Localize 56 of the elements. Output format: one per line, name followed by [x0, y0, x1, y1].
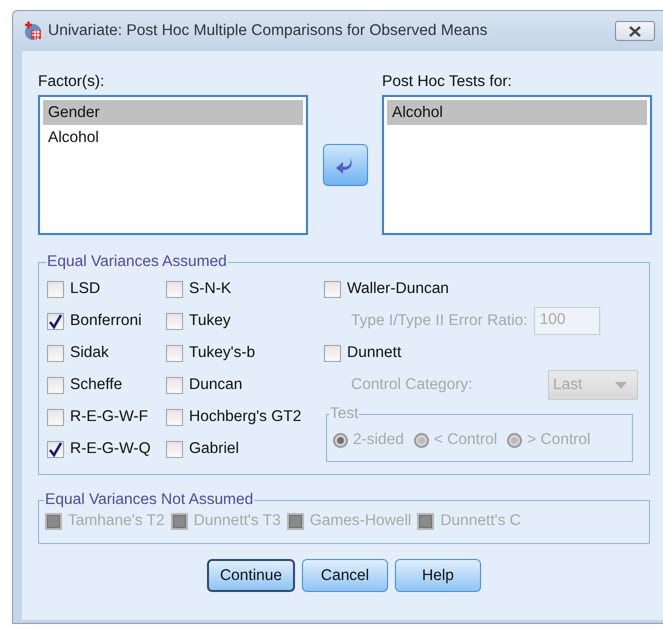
- checkbox[interactable]: [324, 280, 341, 298]
- dialog-button[interactable]: Help: [395, 559, 481, 592]
- checkbox-label: LSD: [70, 280, 100, 298]
- checkbox-label: Waller-Duncan: [347, 280, 449, 298]
- group-title: Equal Variances Assumed: [46, 253, 228, 271]
- checkbox[interactable]: [47, 408, 64, 426]
- checkbox-label: Tukey: [189, 312, 231, 330]
- checkbox-label: Duncan: [189, 376, 242, 394]
- checkbox-label: Hochberg's GT2: [189, 408, 302, 426]
- window-title: Univariate: Post Hoc Multiple Comparisons for Observed Means: [48, 22, 488, 40]
- app-icon: [23, 21, 43, 41]
- checkbox-label: Bonferroni: [70, 312, 142, 330]
- checkbox[interactable]: [166, 344, 183, 362]
- radio-label: 2-sided: [353, 431, 404, 449]
- dialog-button[interactable]: Cancel: [302, 559, 388, 592]
- checkbox[interactable]: [166, 376, 183, 394]
- checkbox[interactable]: [324, 344, 341, 362]
- checkbox[interactable]: [47, 376, 64, 394]
- checkbox-label: Sidak: [70, 344, 109, 362]
- group-title: Test: [329, 405, 360, 423]
- checkbox[interactable]: [166, 440, 183, 458]
- group-title: Equal Variances Not Assumed: [44, 491, 254, 509]
- dropdown-arrow-icon: [615, 382, 627, 388]
- checkbox-label: R-E-G-W-F: [70, 408, 148, 426]
- close-button[interactable]: [615, 21, 655, 41]
- checkbox[interactable]: [47, 344, 64, 362]
- radio-label: > Control: [527, 431, 590, 449]
- field-label: Type I/Type II Error Ratio:: [351, 312, 528, 330]
- checkbox[interactable]: [47, 312, 64, 330]
- checkbox-label: Gabriel: [189, 440, 239, 458]
- checkbox[interactable]: [166, 280, 183, 298]
- list-item[interactable]: Gender: [43, 100, 303, 125]
- list-box[interactable]: Alcohol: [382, 95, 652, 235]
- field-label: Control Category:: [351, 376, 472, 394]
- list-label: Post Hoc Tests for:: [382, 73, 513, 91]
- checkbox[interactable]: [47, 280, 64, 298]
- checkbox-label: Scheffe: [70, 376, 122, 394]
- checkbox[interactable]: [166, 408, 183, 426]
- list-box[interactable]: Gender Alcohol: [38, 95, 308, 235]
- move-back-button[interactable]: [322, 144, 368, 186]
- checkbox-label: Tamhane's T2: [68, 512, 165, 530]
- radio-label: < Control: [434, 431, 498, 449]
- checkbox-label: Tukey's-b: [189, 344, 256, 362]
- list-item[interactable]: Alcohol: [43, 125, 303, 150]
- checkbox-label: Dunnett's C: [440, 512, 521, 530]
- list-label: Factor(s):: [38, 73, 106, 91]
- checkbox-label: Games-Howell: [310, 512, 412, 530]
- checkbox-label: Dunnett's T3: [194, 512, 281, 530]
- checkbox[interactable]: [166, 312, 183, 330]
- list-item[interactable]: Alcohol: [387, 100, 647, 125]
- checkbox-label: S-N-K: [189, 280, 232, 298]
- checkbox-label: Dunnett: [347, 344, 402, 362]
- close-icon: [628, 26, 642, 36]
- dialog-button[interactable]: Continue: [207, 559, 295, 592]
- checkbox[interactable]: [47, 440, 64, 458]
- checkbox-label: R-E-G-W-Q: [70, 440, 151, 458]
